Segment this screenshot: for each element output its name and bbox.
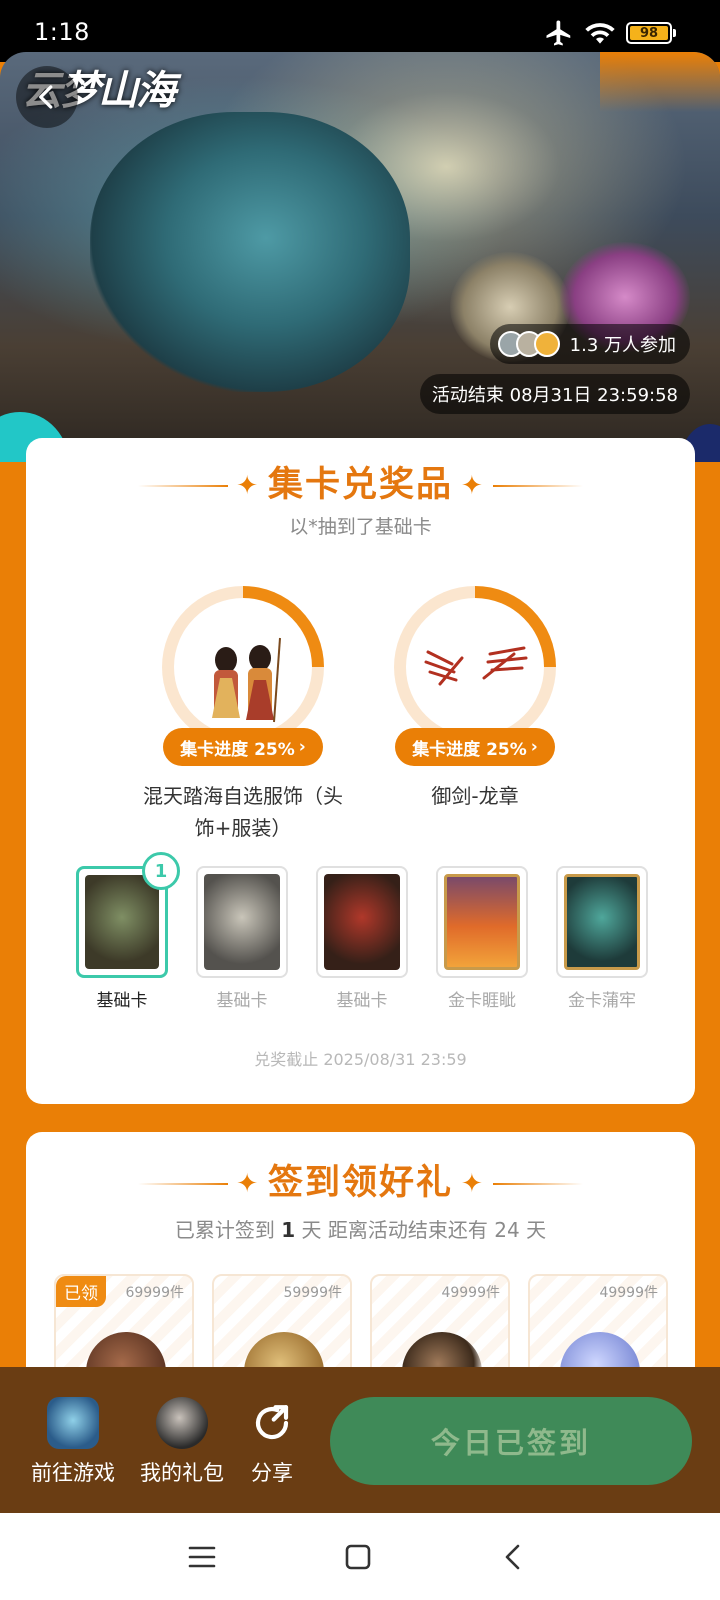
reward-quantity: 59999件 (283, 1285, 342, 1301)
card-label: 金卡睚眦 (448, 991, 516, 1011)
activity-end-time: 活动结束 08月31日 23:59:58 (419, 374, 690, 414)
progress-badge[interactable]: 集卡进度 25% › (163, 728, 323, 766)
prize-item[interactable]: 集卡进度 25% › 混天踏海自选服饰（头饰+服装） (138, 586, 348, 844)
progress-badge[interactable]: 集卡进度 25% › (395, 728, 555, 766)
participants-count: 1.3 万人参加 (569, 335, 676, 356)
prize-name: 混天踏海自选服饰（头饰+服装） (143, 784, 343, 840)
prize-image-claws (406, 598, 544, 736)
card-item[interactable]: 1 基础卡 (76, 852, 180, 1011)
card-art-gold-yazi (444, 874, 520, 970)
signin-subtitle: 已累计签到 1 天 距离活动结束还有 24 天 (174, 1218, 547, 1242)
share-label: 分享 (251, 1461, 293, 1485)
prize-item[interactable]: 集卡进度 25% › 御剑-龙章 (370, 586, 580, 812)
hero-corner-accent (600, 52, 720, 112)
game-app-icon (47, 1397, 99, 1449)
chevron-left-icon (39, 85, 53, 109)
system-nav-bar (0, 1513, 720, 1600)
chevron-right-icon: › (298, 737, 306, 757)
signin-title: ✦ 签到领好礼 ✦ (26, 1154, 695, 1205)
card-label: 金卡蒲牢 (568, 991, 636, 1011)
reward-quantity: 69999件 (125, 1285, 184, 1301)
card-collection-row: 1 基础卡 基础卡 基础卡 金卡睚眦 金卡蒲牢 (76, 852, 648, 1011)
my-gifts-label: 我的礼包 (140, 1461, 224, 1485)
card-art-basic-1 (85, 875, 159, 969)
reward-quantity: 49999件 (441, 1285, 500, 1301)
reward-quantity: 49999件 (599, 1285, 658, 1301)
sparkle-icon: ✦ (236, 471, 260, 501)
battery-icon: 98 (626, 22, 676, 44)
status-time: 1:18 (34, 18, 90, 46)
card-item[interactable]: 基础卡 (196, 866, 288, 1011)
my-gifts-button[interactable]: 我的礼包 (136, 1397, 228, 1487)
card-art-basic-3 (324, 874, 400, 970)
battery-level: 98 (630, 26, 668, 41)
go-to-game-label: 前往游戏 (31, 1461, 115, 1485)
collect-subtitle: 以*抽到了基础卡 (289, 516, 432, 538)
card-count-badge: 1 (142, 852, 180, 890)
chevron-right-icon: › (530, 737, 538, 757)
sparkle-icon: ✦ (236, 1169, 260, 1199)
airplane-icon (546, 20, 571, 46)
wifi-icon (585, 23, 615, 44)
card-label: 基础卡 (336, 991, 388, 1011)
participants-badge: 1.3 万人参加 (489, 324, 690, 364)
card-item[interactable]: 基础卡 (316, 866, 408, 1011)
progress-ring (162, 586, 324, 748)
card-item[interactable]: 金卡睚眦 (436, 866, 528, 1011)
gift-avatar-icon (156, 1397, 208, 1449)
signed-today-button[interactable]: 今日已签到 (330, 1397, 692, 1485)
participant-avatars (497, 331, 560, 357)
hero-banner: 云梦山海 1.3 万人参加 活动结束 08月31日 23:59:58 (0, 52, 720, 462)
signin-days: 1 (281, 1218, 296, 1242)
sparkle-icon: ✦ (461, 1169, 485, 1199)
redeem-deadline: 兑奖截止 2025/08/31 23:59 (254, 1050, 467, 1069)
home-icon[interactable] (334, 1533, 382, 1581)
card-art-gold-pulao (564, 874, 640, 970)
status-icons: 98 (544, 18, 676, 48)
collect-card-section: ✦ 集卡兑奖品 ✦ 以*抽到了基础卡 集卡进度 25% › 混天踏海自选服饰（头饰+服… (26, 438, 695, 1104)
share-button[interactable]: 分享 (244, 1397, 300, 1487)
sparkle-icon: ✦ (461, 471, 485, 501)
back-nav-icon[interactable] (490, 1533, 538, 1581)
prize-image-costume (174, 598, 312, 736)
hero-art-beast (90, 112, 410, 392)
menu-icon[interactable] (178, 1533, 226, 1581)
card-art-basic-2 (204, 874, 280, 970)
claimed-badge: 已领 (56, 1276, 106, 1307)
bottom-action-bar: 前往游戏 我的礼包 分享 今日已签到 (0, 1367, 720, 1513)
card-label: 基础卡 (96, 991, 148, 1011)
card-item[interactable]: 金卡蒲牢 (556, 866, 648, 1011)
share-icon (246, 1397, 298, 1449)
back-button[interactable] (16, 66, 78, 128)
collect-title: ✦ 集卡兑奖品 ✦ (26, 456, 695, 507)
card-label: 基础卡 (216, 991, 268, 1011)
go-to-game-button[interactable]: 前往游戏 (28, 1397, 118, 1487)
progress-ring (394, 586, 556, 748)
prize-name: 御剑-龙章 (431, 784, 519, 808)
